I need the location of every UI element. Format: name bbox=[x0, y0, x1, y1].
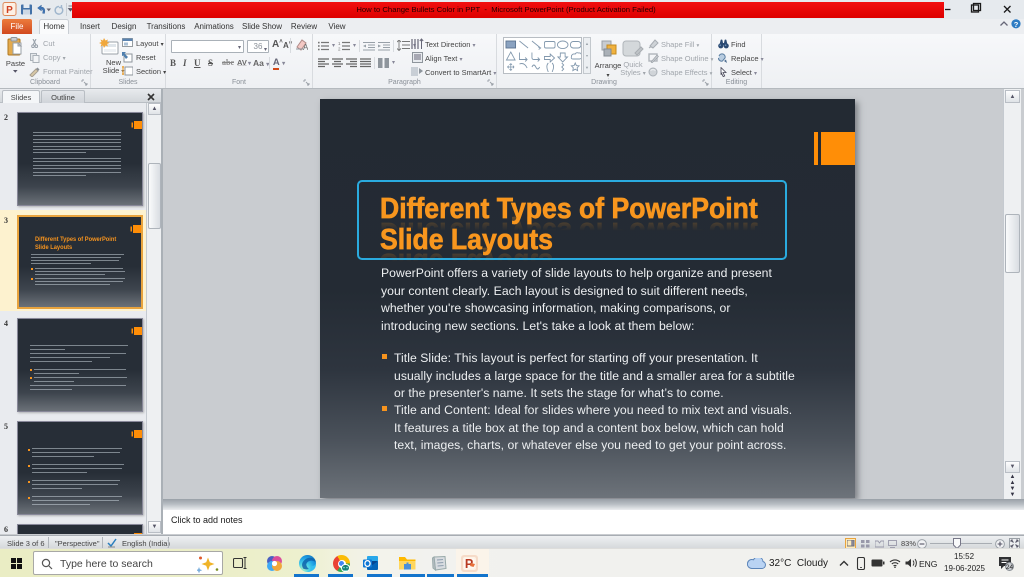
svg-text:1: 1 bbox=[338, 41, 341, 46]
svg-text:A: A bbox=[303, 43, 308, 51]
svg-text:2: 2 bbox=[338, 46, 341, 51]
svg-text:?: ? bbox=[1014, 20, 1019, 29]
svg-text:24: 24 bbox=[1006, 564, 1014, 571]
